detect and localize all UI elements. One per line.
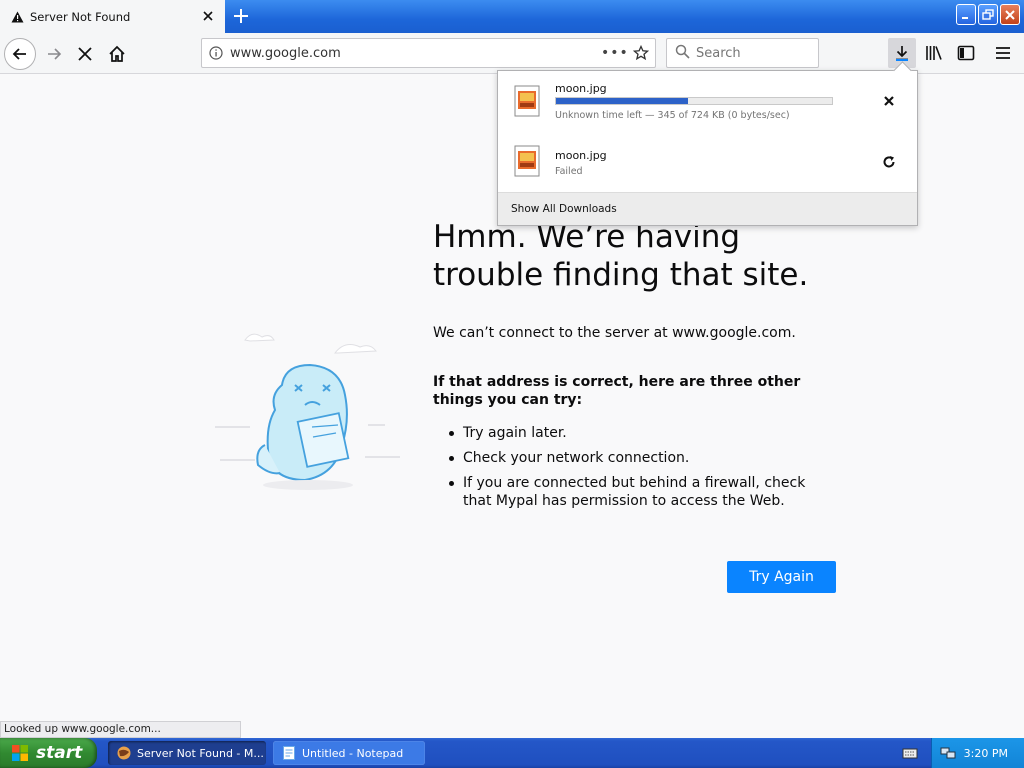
stop-icon [78, 47, 92, 61]
sidebar-button[interactable] [952, 38, 980, 68]
keyboard-tray-icon[interactable] [902, 745, 918, 761]
download-item[interactable]: moon.jpg Unknown time left — 345 of 724 … [498, 71, 917, 133]
download-arrow-icon [896, 46, 908, 61]
library-icon [926, 46, 942, 60]
close-tab-icon[interactable] [201, 9, 215, 23]
error-subtitle: If that address is correct, here are thr… [433, 374, 801, 408]
library-button[interactable] [920, 38, 948, 68]
download-filename: moon.jpg [555, 82, 607, 95]
url-text[interactable]: www.google.com [230, 46, 601, 61]
try-again-button[interactable]: Try Again [727, 561, 836, 593]
list-item: Try again later. [447, 424, 832, 442]
suggestion-list: Try again later. Check your network conn… [447, 424, 832, 517]
bookmark-star-icon[interactable] [627, 45, 655, 61]
navigation-toolbar: www.google.com ••• [0, 33, 1024, 74]
warning-icon [10, 10, 24, 24]
hamburger-menu-icon [996, 47, 1010, 59]
list-item: If you are connected but behind a firewa… [447, 474, 832, 510]
download-progress-fill [556, 98, 689, 104]
error-illustration [210, 325, 410, 500]
system-tray: 3:20 PM [931, 738, 1024, 768]
search-bar[interactable] [666, 38, 819, 68]
taskbar-item-notepad[interactable]: Untitled - Notepad [273, 741, 425, 765]
error-title: Hmm. We’re having trouble finding that s… [433, 219, 809, 293]
network-tray-icon[interactable] [940, 745, 956, 761]
start-button[interactable]: start [0, 738, 97, 768]
downloads-panel: moon.jpg Unknown time left — 345 of 724 … [497, 70, 918, 226]
browser-app-icon [116, 745, 132, 761]
windows-logo-icon [10, 743, 30, 763]
search-icon [675, 44, 690, 63]
back-button[interactable] [4, 38, 36, 70]
download-status: Failed [555, 166, 583, 177]
page-actions-icon[interactable]: ••• [601, 45, 628, 61]
arrow-left-icon [12, 48, 26, 60]
download-filename: moon.jpg [555, 149, 607, 162]
search-input[interactable] [696, 45, 806, 61]
close-window-icon[interactable] [1000, 4, 1020, 25]
show-all-downloads-button[interactable]: Show All Downloads [498, 192, 917, 225]
info-icon[interactable] [202, 46, 230, 60]
taskbar: start Server Not Found - M... Untitled -… [0, 738, 1024, 768]
taskbar-item-browser[interactable]: Server Not Found - M... [108, 741, 266, 765]
start-label: start [36, 743, 83, 763]
download-progress-bar [555, 97, 833, 105]
stop-button[interactable] [69, 38, 101, 70]
download-item[interactable]: moon.jpg Failed [498, 133, 917, 195]
retry-download-icon[interactable] [879, 152, 899, 172]
minimize-icon[interactable] [956, 4, 976, 25]
image-file-icon [514, 145, 540, 177]
show-all-downloads-label: Show All Downloads [511, 203, 617, 215]
home-icon [109, 45, 125, 62]
sidebar-icon [957, 45, 975, 61]
url-bar[interactable]: www.google.com ••• [201, 38, 656, 68]
new-tab-icon[interactable] [231, 6, 251, 26]
tab-strip: Server Not Found [0, 0, 1024, 33]
arrow-right-icon [48, 48, 62, 60]
forward-button[interactable] [38, 38, 70, 70]
tab-title: Server Not Found [30, 9, 131, 24]
download-status: Unknown time left — 345 of 724 KB (0 byt… [555, 110, 790, 121]
error-description: We can’t connect to the server at www.go… [433, 325, 796, 341]
restore-icon[interactable] [978, 4, 998, 25]
clock[interactable]: 3:20 PM [964, 747, 1008, 760]
notepad-app-icon [281, 745, 297, 761]
menu-button[interactable] [989, 38, 1017, 68]
list-item: Check your network connection. [447, 449, 832, 467]
window-controls [956, 4, 1020, 25]
home-button[interactable] [101, 38, 133, 70]
tab-server-not-found[interactable]: Server Not Found [0, 0, 225, 33]
taskbar-item-label: Untitled - Notepad [302, 746, 404, 760]
taskbar-item-label: Server Not Found - M... [137, 746, 264, 760]
status-bar: Looked up www.google.com... [0, 721, 241, 738]
image-file-icon [514, 85, 540, 117]
cancel-download-icon[interactable] [879, 91, 899, 111]
